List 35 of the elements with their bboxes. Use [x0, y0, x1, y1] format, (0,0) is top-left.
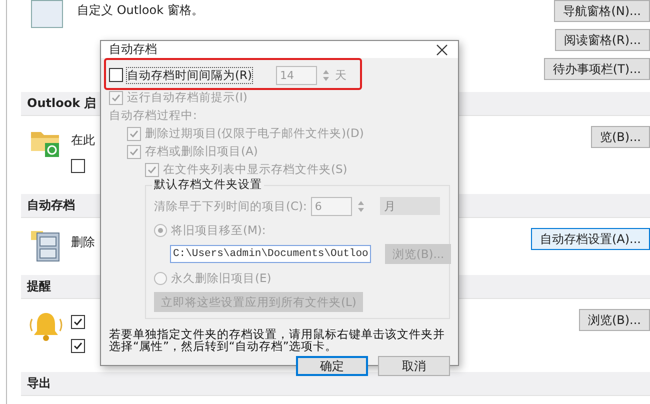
checkmark-icon	[73, 317, 83, 327]
section-button[interactable]: 自动存档设置(A)...	[530, 228, 650, 250]
option-text: 删除	[71, 234, 95, 251]
group-title: 默认存档文件夹设置	[152, 177, 264, 192]
panes-description: 自定义 Outlook 窗格。	[77, 2, 204, 19]
field-label: 清除早于下列时间的项目(C):	[154, 198, 307, 214]
dialog-button[interactable]: 确定	[296, 356, 368, 376]
radio-button[interactable]	[154, 224, 167, 236]
checkbox-label: 运行自动存档前提示(I)	[127, 90, 248, 105]
radio-button[interactable]	[154, 272, 167, 284]
unit-label: 天	[334, 68, 347, 82]
checkbox[interactable]	[71, 339, 85, 353]
checkbox-label: 删除过期项目(仅限于电子邮件文件夹)(D)	[145, 126, 364, 141]
section-button[interactable]: 浏览(B)...	[578, 309, 650, 331]
checkbox[interactable]	[109, 68, 123, 82]
checkbox-label: 自动存档时间间隔为(R)	[127, 68, 252, 82]
checkmark-icon	[111, 92, 121, 102]
close-icon[interactable]	[436, 44, 448, 56]
note-text: 若要单独指定文件夹的存档设置，请用鼠标右键单击该文件夹并选择“属性”，然后转到“自动存档”选项卡。	[109, 328, 446, 352]
checkbox[interactable]	[71, 315, 85, 329]
dialog-title: 自动存档	[109, 41, 157, 58]
pane-button[interactable]: 待办事项栏(T)...	[544, 58, 650, 80]
option-text: 在此	[71, 132, 95, 149]
pane-button[interactable]: 阅读窗格(R)...	[554, 29, 650, 51]
path-field[interactable]: C:\Users\admin\Documents\Outloo	[170, 245, 372, 263]
checkbox-label: 在文件夹列表中显示存档文件夹(S)	[163, 162, 348, 177]
panes-icon	[31, 0, 63, 28]
radio-label: 将旧项目移至(M):	[171, 222, 266, 238]
checkbox-label: 存档或删除旧项目(A)	[145, 144, 258, 159]
section-header: 导出	[21, 372, 650, 396]
dialog-button[interactable]: 取消	[378, 356, 450, 376]
section-button[interactable]: 览(B)...	[590, 126, 650, 148]
pane-button[interactable]: 导航窗格(N)...	[554, 0, 650, 22]
checkmark-icon	[73, 341, 83, 351]
checkbox[interactable]	[71, 159, 85, 173]
